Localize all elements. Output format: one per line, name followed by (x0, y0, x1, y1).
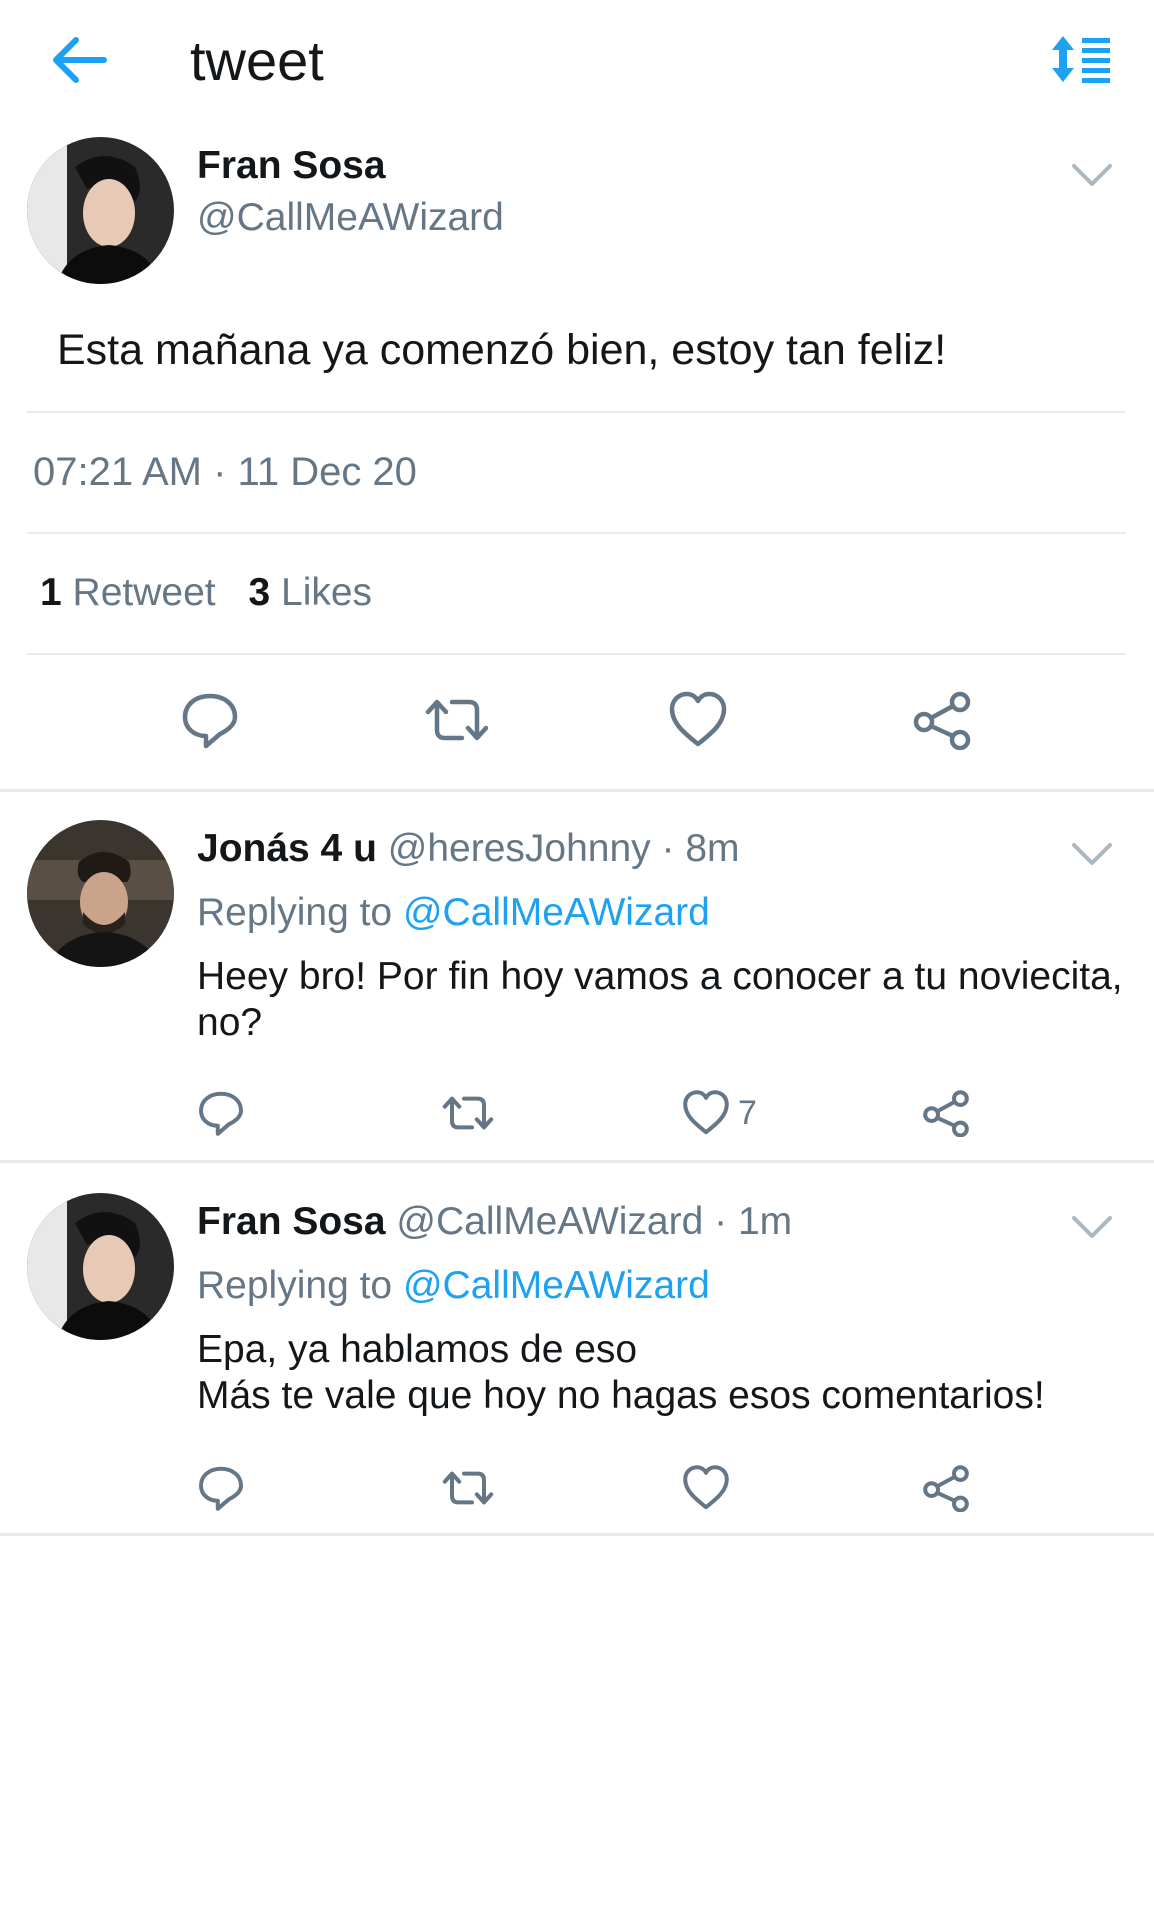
reply-text-line: Más te vale que hoy no hagas esos coment… (197, 1374, 1045, 1417)
author-handle[interactable]: @CallMeAWizard (396, 1200, 703, 1243)
reply-text-line: Epa, ya hablamos de eso (197, 1328, 638, 1371)
reply-button[interactable] (180, 690, 240, 750)
page-title: tweet (190, 29, 324, 92)
heart-icon (683, 1465, 729, 1510)
avatar[interactable] (27, 137, 174, 284)
like-count: 7 (738, 1094, 757, 1132)
chevron-down-icon (1072, 1216, 1112, 1238)
sort-icon (1052, 36, 1110, 83)
reply-text: Heey bro! Por fin hoy vamos a conocer a … (197, 954, 1127, 1046)
divider (27, 532, 1126, 534)
share-icon (923, 1090, 969, 1137)
arrow-left-icon (53, 37, 107, 83)
replying-prefix: Replying to (197, 891, 393, 934)
replying-to: Replying to @CallMeAWizard (197, 888, 710, 938)
share-button[interactable] (922, 1089, 970, 1137)
tweet-timestamp: 07:21 AM · 11 Dec 20 (33, 450, 417, 494)
avatar[interactable] (27, 1193, 174, 1340)
tweet-menu-button[interactable] (1070, 1212, 1114, 1242)
replying-to: Replying to @CallMeAWizard (197, 1261, 710, 1311)
author-name[interactable]: Fran Sosa (197, 1200, 386, 1243)
reply-header: Jonás 4 u @heresJohnny · 8m (197, 824, 740, 874)
like-button[interactable] (668, 690, 728, 750)
reply-time: · 8m (661, 827, 740, 870)
share-icon (923, 1465, 969, 1512)
retweet-icon (442, 1471, 494, 1505)
reply-text-line: Heey bro! Por fin hoy vamos a conocer a … (197, 955, 1123, 998)
tweet-stats: 1 Retweet 3 Likes (40, 568, 372, 618)
share-icon (913, 691, 971, 750)
tweet-text: Esta mañana ya comenzó bien, estoy tan f… (57, 326, 947, 374)
retweet-button[interactable] (422, 690, 489, 750)
like-count[interactable]: 3 (248, 571, 270, 614)
divider (27, 653, 1126, 655)
author-name[interactable]: Jonás 4 u (197, 827, 377, 870)
section-divider (0, 1533, 1154, 1536)
mention-link[interactable]: @CallMeAWizard (403, 891, 710, 934)
section-divider (0, 789, 1154, 792)
reply-button[interactable] (197, 1464, 245, 1512)
retweet-icon (442, 1096, 494, 1130)
reply-icon (199, 1091, 243, 1136)
like-label[interactable]: Likes (281, 571, 372, 614)
retweet-icon (425, 699, 489, 741)
retweet-count[interactable]: 1 (40, 571, 62, 614)
like-button[interactable] (682, 1464, 738, 1512)
retweet-label[interactable]: Retweet (73, 571, 216, 614)
reply-time: · 1m (714, 1200, 793, 1243)
section-divider (0, 1160, 1154, 1163)
mention-link[interactable]: @CallMeAWizard (403, 1264, 710, 1307)
avatar[interactable] (27, 820, 174, 967)
chevron-down-icon (1072, 843, 1112, 865)
tweet-menu-button[interactable] (1070, 160, 1114, 190)
reply-button[interactable] (197, 1089, 245, 1137)
reply-icon (199, 1466, 243, 1511)
author-handle[interactable]: @heresJohnny (388, 827, 651, 870)
share-button[interactable] (912, 690, 972, 750)
tweet-menu-button[interactable] (1070, 839, 1114, 869)
reply-text-line: no? (197, 1001, 263, 1044)
replying-prefix: Replying to (197, 1264, 393, 1307)
reply-icon (182, 693, 238, 749)
heart-icon (669, 691, 727, 747)
retweet-button[interactable] (440, 1089, 496, 1137)
like-button[interactable]: 7 (682, 1089, 757, 1137)
sort-button[interactable] (1050, 34, 1112, 84)
reply-header: Fran Sosa @CallMeAWizard · 1m (197, 1197, 792, 1247)
chevron-down-icon (1072, 164, 1112, 186)
reply-text: Epa, ya hablamos de eso Más te vale que … (197, 1327, 1127, 1419)
divider (27, 411, 1126, 413)
back-button[interactable] (50, 32, 108, 88)
share-button[interactable] (922, 1464, 970, 1512)
retweet-button[interactable] (440, 1464, 496, 1512)
author-handle[interactable]: @CallMeAWizard (197, 194, 504, 242)
heart-icon (683, 1090, 729, 1135)
author-name[interactable]: Fran Sosa (197, 142, 386, 190)
